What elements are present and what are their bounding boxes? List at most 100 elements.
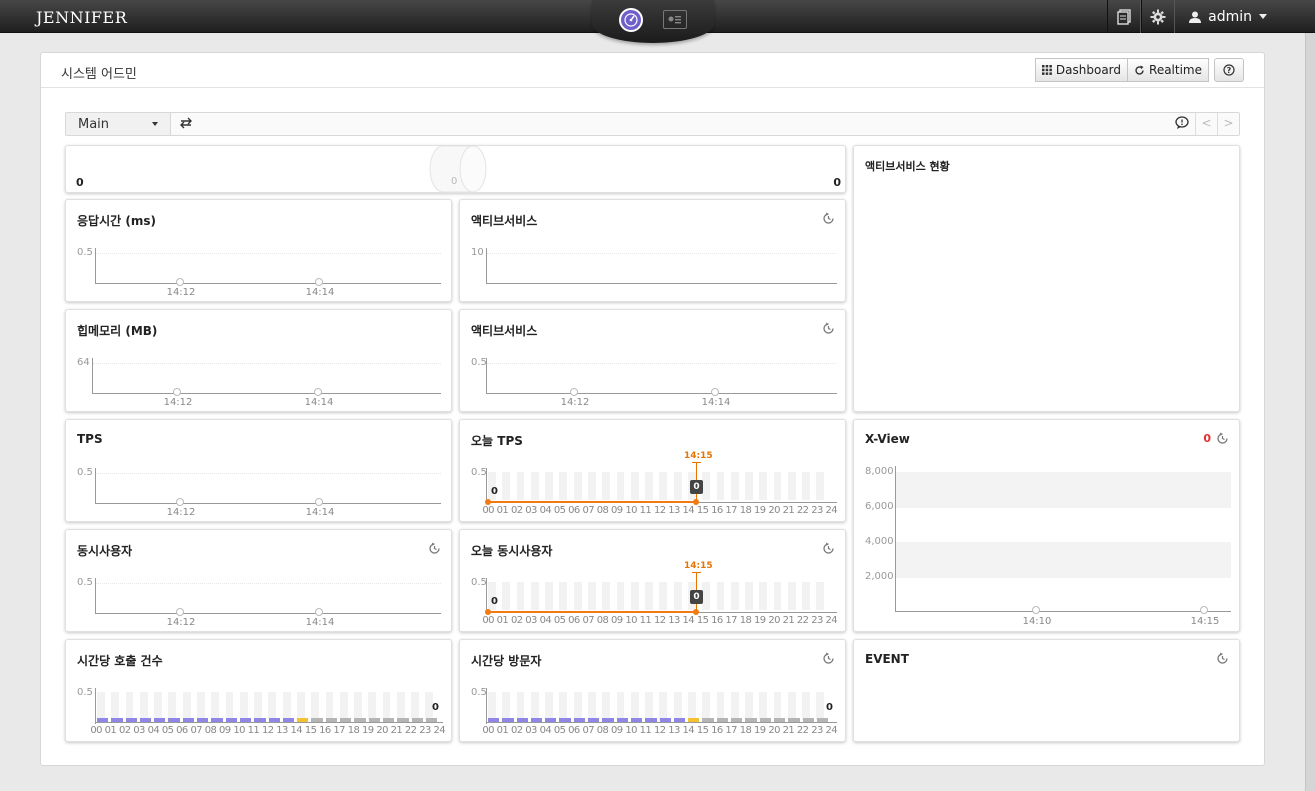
- hour-label: 03: [525, 505, 537, 516]
- xview-count: 0: [1203, 432, 1211, 445]
- hour-label: 16: [711, 725, 723, 736]
- hour-label: 06: [568, 615, 580, 626]
- hour-label: 13: [668, 505, 680, 516]
- y-label: 6,000: [865, 501, 894, 512]
- hour-bar: [588, 718, 600, 722]
- hour-stripe: [716, 582, 725, 610]
- hour-label: 00: [482, 725, 494, 736]
- dashboard-select[interactable]: Main: [66, 113, 171, 135]
- hour-label: 02: [510, 725, 523, 736]
- prev-page-button[interactable]: <: [1195, 113, 1217, 135]
- hour-label: 12: [653, 505, 666, 516]
- dashboard-button[interactable]: Dashboard: [1034, 58, 1129, 82]
- hour-label: 12: [653, 615, 666, 626]
- help-button[interactable]: ?: [1214, 58, 1244, 82]
- widget-title: 힙메모리 (MB): [77, 324, 158, 338]
- hour-label: 15: [696, 615, 709, 626]
- hour-stripe: [673, 582, 682, 610]
- today-users-line: [488, 611, 696, 613]
- clock-icon[interactable]: [428, 542, 441, 558]
- hour-bar: [368, 718, 380, 722]
- hour-bar: [673, 718, 686, 722]
- report-card-icon[interactable]: [663, 10, 687, 29]
- hour-label: 11: [639, 725, 652, 736]
- hour-stripe: [254, 692, 262, 720]
- y-axis-max: 64: [77, 357, 90, 368]
- page-scrollbar[interactable]: [1305, 33, 1315, 791]
- clock-icon[interactable]: [1216, 652, 1229, 668]
- hour-label: 23: [419, 725, 431, 736]
- documents-icon[interactable]: [1107, 0, 1142, 33]
- hour-label: 04: [147, 725, 160, 736]
- widget-title: 동시사용자: [77, 544, 133, 558]
- hour-stripe: [659, 692, 668, 720]
- page-title: 시스템 어드민: [61, 67, 137, 82]
- hour-stripe: [559, 692, 568, 720]
- axis-point: [315, 608, 323, 616]
- hour-label: 23: [811, 505, 823, 516]
- hour-label: 03: [525, 725, 537, 736]
- hour-label: 06: [176, 725, 188, 736]
- x-tick: 14:12: [166, 287, 196, 298]
- swap-arrows-icon[interactable]: [178, 116, 194, 133]
- hour-label: 01: [104, 725, 117, 736]
- clock-icon[interactable]: [1216, 432, 1229, 448]
- axis-point: [315, 278, 323, 286]
- today-tps-widget: 오늘 TPS 0.5 0 14:15 0 00 01 02 03 04 05 06 07 08 0…: [459, 419, 846, 522]
- jennifer-logo[interactable]: JENNIFER: [36, 8, 127, 27]
- axis-point: [176, 278, 184, 286]
- hour-stripe: [773, 582, 782, 610]
- next-page-button[interactable]: >: [1217, 113, 1239, 135]
- x-tick: 14:14: [305, 287, 335, 298]
- hour-stripe: [559, 472, 568, 500]
- hour-stripe: [382, 692, 391, 720]
- hour-stripe: [111, 692, 120, 720]
- now-marker-value: 0: [690, 480, 703, 494]
- hour-bar: [154, 718, 166, 722]
- hour-stripes: [488, 472, 831, 500]
- hour-bar: [182, 718, 195, 722]
- hour-label: 04: [539, 505, 552, 516]
- hour-label: 02: [510, 615, 523, 626]
- comment-icon[interactable]: [1169, 116, 1195, 132]
- hour-bar: [340, 718, 352, 722]
- now-marker-value: 0: [690, 590, 703, 604]
- hour-label: 22: [796, 505, 809, 516]
- user-menu[interactable]: admin: [1175, 9, 1267, 25]
- clock-icon[interactable]: [822, 652, 835, 668]
- y-axis-max: 10: [471, 247, 484, 258]
- clock-icon[interactable]: [822, 322, 835, 338]
- active-service-widget: 액티브서비스 10: [459, 199, 846, 302]
- hour-stripe: [545, 472, 553, 500]
- hour-bar: [425, 718, 438, 722]
- hour-label: 18: [739, 505, 752, 516]
- hour-stripe: [488, 692, 496, 720]
- hour-label: 02: [510, 505, 523, 516]
- realtime-button[interactable]: Realtime: [1128, 58, 1209, 82]
- y-axis-max: 0.5: [471, 577, 487, 588]
- user-name: admin: [1208, 8, 1252, 25]
- hour-stripe: [602, 582, 611, 610]
- hour-label: 17: [725, 725, 737, 736]
- hour-label: 14: [682, 725, 695, 736]
- hour-label: 10: [233, 725, 245, 736]
- hour-label: 01: [496, 505, 509, 516]
- hour-stripe: [645, 692, 653, 720]
- hour-label: 23: [811, 615, 823, 626]
- hour-label: 10: [625, 505, 637, 516]
- dashboard-gauge-icon[interactable]: [619, 8, 643, 32]
- hour-stripe: [759, 582, 768, 610]
- hour-label: 22: [796, 725, 809, 736]
- clock-icon[interactable]: [822, 212, 835, 228]
- hour-stripe: [573, 692, 582, 720]
- hour-stripe: [616, 692, 625, 720]
- hour-label: 19: [362, 725, 374, 736]
- gear-icon[interactable]: [1141, 0, 1176, 33]
- hour-label: 13: [668, 615, 680, 626]
- hour-label: 01: [496, 725, 509, 736]
- hour-stripe: [787, 582, 796, 610]
- hour-bar: [225, 718, 237, 722]
- clock-icon[interactable]: [822, 542, 835, 558]
- hour-label: 20: [768, 615, 780, 626]
- hour-stripe: [311, 692, 320, 720]
